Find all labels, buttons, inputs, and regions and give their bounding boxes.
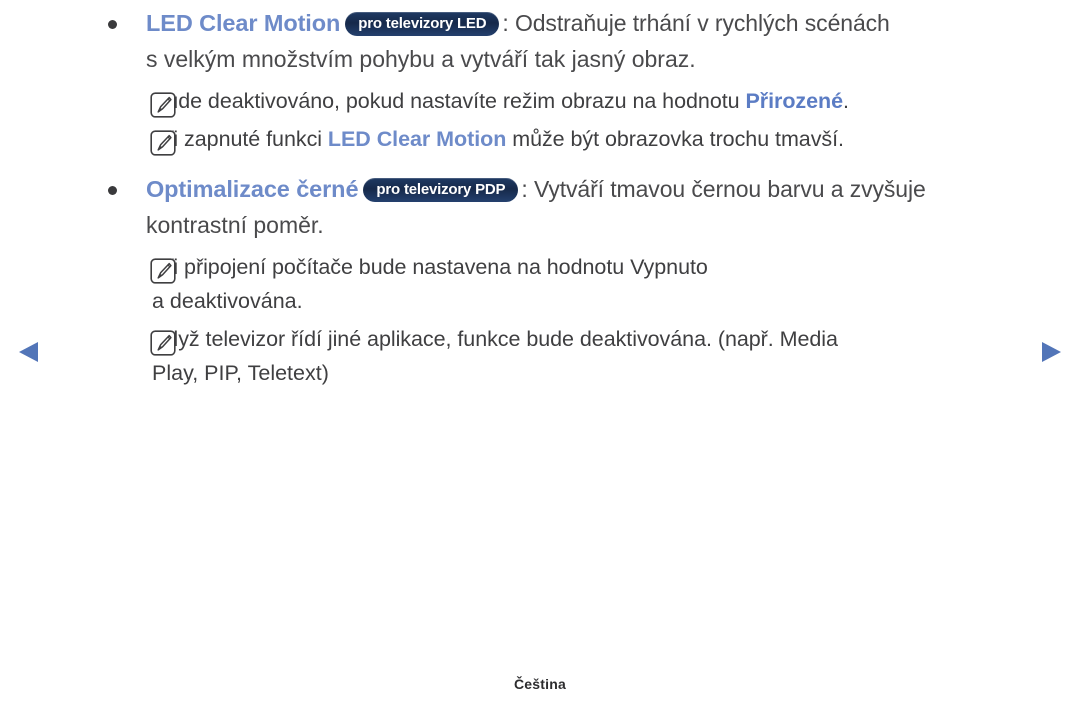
note-pen-icon: [150, 258, 176, 289]
feature-description-line2: s velkým množstvím pohybu a vytváří tak …: [146, 46, 696, 72]
note-continuation: Play, PIP, Teletext): [152, 361, 329, 385]
section-led-clear-motion: LED Clear Motion pro televizory LED: Odst…: [100, 6, 1030, 40]
note-row: Bude deaktivováno, pokud nastavíte režim…: [100, 84, 1030, 118]
manual-content: LED Clear Motion pro televizory LED: Odst…: [100, 6, 1030, 390]
note-continuation: a deaktivována.: [152, 289, 303, 313]
section-heading-line: Optimalizace černé pro televizory PDP: Vy…: [146, 172, 1030, 206]
note-text: Při připojení počítače bude nastavena na…: [152, 255, 708, 279]
triangle-right-icon: [1042, 342, 1061, 362]
note-pen-icon: [150, 330, 176, 361]
note-highlight: Přirozené: [745, 89, 844, 113]
note-row: Když televizor řídí jiné aplikace, funkc…: [100, 322, 1030, 356]
language-footer: Čeština: [514, 676, 566, 692]
feature-description-line2: kontrastní poměr.: [146, 212, 324, 238]
note-text: Při zapnuté funkci LED Clear Motion může…: [152, 127, 844, 151]
note-pen-icon: [150, 130, 176, 161]
bullet-dot-icon: [108, 186, 117, 195]
feature-badge: pro televizory LED: [345, 12, 500, 36]
note-text-prefix: Při zapnuté funkci: [152, 127, 328, 151]
note-text-suffix: .: [843, 89, 849, 113]
triangle-left-icon: [19, 342, 38, 362]
note-text-prefix: Bude deaktivováno, pokud nastavíte režim…: [152, 89, 746, 113]
note-text: Bude deaktivováno, pokud nastavíte režim…: [152, 89, 849, 113]
feature-description-line1: : Odstraňuje trhání v rychlých scénách: [502, 10, 890, 36]
note-text: Když televizor řídí jiné aplikace, funkc…: [152, 327, 838, 351]
feature-badge: pro televizory PDP: [363, 178, 519, 202]
note-text-suffix: může být obrazovka trochu tmavší.: [506, 127, 844, 151]
note-highlight: LED Clear Motion: [327, 127, 507, 151]
bullet-dot-icon: [108, 20, 117, 29]
note-row: Při zapnuté funkci LED Clear Motion může…: [100, 122, 1030, 156]
feature-description-line1: : Vytváří tmavou černou barvu a zvyšuje: [521, 176, 926, 202]
emanual-page: LED Clear Motion pro televizory LED: Odst…: [0, 0, 1080, 705]
feature-term: Optimalizace černé: [146, 176, 359, 202]
prev-page-arrow[interactable]: [14, 336, 46, 368]
section-black-optimizer: Optimalizace černé pro televizory PDP: Vy…: [100, 172, 1030, 206]
section-heading-line: LED Clear Motion pro televizory LED: Odst…: [146, 6, 1030, 40]
feature-term: LED Clear Motion: [146, 10, 341, 36]
next-page-arrow[interactable]: [1034, 336, 1066, 368]
note-row: Při připojení počítače bude nastavena na…: [100, 250, 1030, 284]
note-pen-icon: [150, 92, 176, 123]
